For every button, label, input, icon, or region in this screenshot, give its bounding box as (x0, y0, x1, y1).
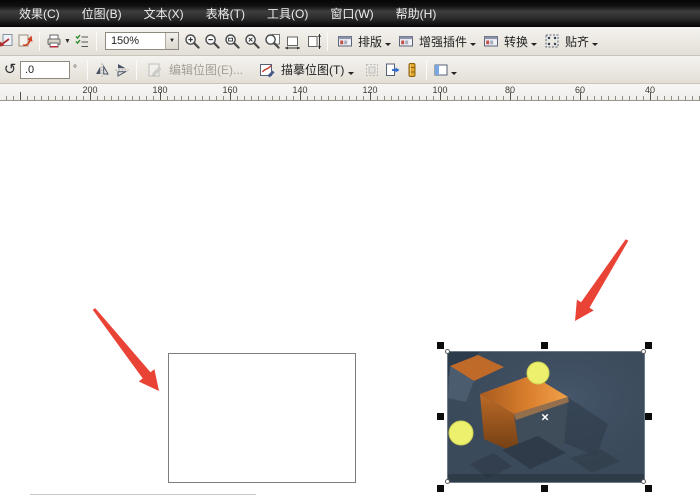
zoom-to-selection-icon[interactable] (223, 31, 243, 51)
menu-help[interactable]: 帮助(H) (391, 3, 442, 24)
degree-label: ° (73, 64, 77, 75)
zoom-level-value: 150% (110, 35, 140, 47)
toolbar-separator (39, 31, 40, 51)
ruler-label: 120 (362, 85, 378, 95)
zoom-in-icon[interactable] (183, 31, 203, 51)
edit-bitmap-label: 编辑位图(E)... (169, 63, 243, 77)
rotation-icon: ↺ (3, 61, 17, 78)
selection-handle-bottom-center[interactable] (541, 485, 548, 492)
ruler-label: 200 (82, 85, 98, 95)
snap-grid-icon (542, 31, 562, 51)
selection-handle-mid-right[interactable] (645, 413, 652, 420)
edit-bitmap-icon (145, 60, 165, 80)
flyout-arrow-icon (469, 43, 476, 49)
ruler-label: 160 (222, 85, 238, 95)
docker-layout-icon[interactable] (431, 60, 451, 80)
zoom-to-all-icon[interactable] (243, 31, 263, 51)
flyout-label: 排版 (357, 34, 382, 49)
selection-handle-bottom-left[interactable] (437, 485, 444, 492)
selection-corner-node[interactable] (641, 479, 646, 484)
drawing-canvas[interactable]: × (0, 101, 700, 498)
menu-table[interactable]: 表格(T) (201, 3, 250, 24)
ruler-label: 80 (504, 85, 516, 95)
drawn-rectangle[interactable] (168, 353, 356, 483)
menu-tools[interactable]: 工具(O) (262, 3, 313, 24)
ruler-label: 140 (292, 85, 308, 95)
ruler-major-ticks (0, 92, 700, 100)
flyout-label: 增强插件 (418, 34, 467, 49)
selection-handle-top-left[interactable] (437, 342, 444, 349)
flyout-arrow-icon (348, 71, 355, 78)
menu-text[interactable]: 文本(X) (139, 3, 189, 24)
flyout-arrow-icon (592, 43, 598, 49)
menu-window[interactable]: 窗口(W) (325, 3, 378, 24)
print-flyout-arrow[interactable]: ▼ (64, 38, 71, 45)
edit-bitmap-button: 编辑位图(E)... (141, 58, 247, 82)
mirror-horizontal-icon[interactable] (92, 60, 112, 80)
yellow-ball-top (526, 361, 550, 385)
bottom-vignette (448, 474, 644, 482)
menu-effects[interactable]: 效果(C) (14, 3, 65, 24)
view-options-icon[interactable] (72, 31, 92, 51)
zoom-to-page-height-icon[interactable] (303, 31, 323, 51)
selection-corner-node[interactable] (641, 349, 646, 354)
window-grid-icon (335, 31, 355, 51)
ruler-label: 100 (432, 85, 448, 95)
selection-center-marker[interactable]: × (541, 410, 549, 425)
selection-handle-mid-left[interactable] (437, 413, 444, 420)
frame-boundary-icon (362, 60, 382, 80)
menu-bitmaps[interactable]: 位图(B) (77, 3, 127, 24)
trace-bitmap-icon (257, 60, 277, 80)
import-icon[interactable] (0, 31, 15, 51)
menu-bar: 效果(C) 位图(B) 文本(X) 表格(T) 工具(O) 窗口(W) 帮助(H… (0, 0, 700, 27)
selection-handle-top-right[interactable] (645, 342, 652, 349)
horizontal-ruler: 200 180 160 140 120 100 80 60 40 (0, 84, 700, 101)
property-bar: ↺ ° 编辑位图(E)... 描摹位图(T) (0, 56, 700, 84)
resample-page-icon[interactable] (382, 60, 402, 80)
trace-bitmap-button[interactable]: 描摹位图(T) (253, 58, 348, 82)
zoom-level-combo[interactable]: 150% ▼ (104, 32, 179, 50)
toolbar-separator (87, 59, 88, 80)
selection-handle-bottom-right[interactable] (645, 485, 652, 492)
rotation-angle-input[interactable] (20, 60, 70, 79)
selection-handle-top-center[interactable] (541, 342, 548, 349)
export-icon[interactable] (15, 31, 35, 51)
toolbar-separator (326, 31, 328, 51)
selection-corner-node[interactable] (445, 349, 450, 354)
toolbar-separator (426, 59, 428, 80)
zoom-to-page-icon[interactable] (263, 31, 283, 51)
ruler-label: 180 (152, 85, 168, 95)
convert-flyout-button[interactable]: 转换 (478, 29, 531, 53)
ruler-label: 40 (644, 85, 656, 95)
layout-flyout-button[interactable]: 排版 (332, 29, 385, 53)
zoom-out-icon[interactable] (203, 31, 223, 51)
flyout-label: 转换 (503, 34, 528, 49)
flyout-arrow-icon (384, 43, 391, 49)
standard-toolbar: ▼ 150% ▼ 排版 增强插件 转换 贴齐 (0, 27, 700, 56)
print-icon[interactable] (44, 31, 64, 51)
ruler-label: 60 (574, 85, 586, 95)
mirror-vertical-icon[interactable] (112, 60, 132, 80)
zoom-to-page-width-icon[interactable] (283, 31, 303, 51)
toolbar-separator (136, 59, 137, 80)
yellow-ball-left (448, 420, 474, 446)
flyout-label: 贴齐 (564, 34, 589, 49)
compress-bitmap-icon[interactable] (402, 60, 422, 80)
selection-corner-node[interactable] (445, 479, 450, 484)
zoom-combo-dropdown-icon[interactable]: ▼ (164, 33, 178, 49)
trace-bitmap-label: 描摹位图(T) (281, 63, 345, 77)
flyout-arrow-icon (451, 71, 458, 78)
snap-flyout-button[interactable]: 贴齐 (539, 29, 592, 53)
flyout-arrow-icon (530, 43, 537, 49)
toolbar-separator (95, 31, 97, 51)
window-grid-icon (396, 31, 416, 51)
window-grid-icon (481, 31, 501, 51)
plugins-flyout-button[interactable]: 增强插件 (393, 29, 470, 53)
partial-ui-edge (30, 494, 256, 495)
